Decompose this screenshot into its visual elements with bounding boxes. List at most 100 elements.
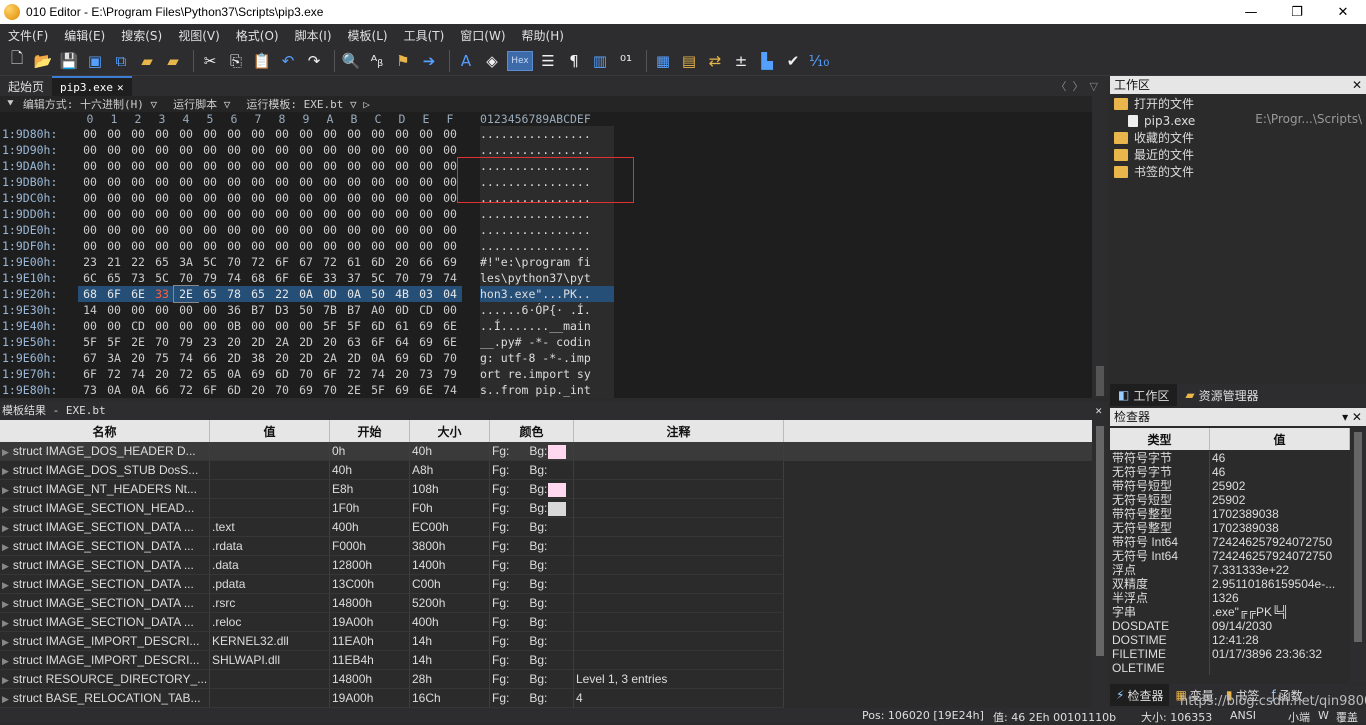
hex-byte[interactable]: 0A [126,382,150,398]
hex-byte[interactable]: 00 [246,142,270,158]
hex-byte[interactable]: 00 [102,318,126,334]
minimize-button[interactable]: — [1228,0,1274,24]
save-as-icon[interactable]: ▣ [84,50,106,72]
hex-byte[interactable]: 20 [318,334,342,350]
hex-byte[interactable]: 00 [126,222,150,238]
ascii-text[interactable]: #!"e:\program fi [480,254,614,270]
hex-byte[interactable]: 00 [102,302,126,318]
hex-byte[interactable]: 00 [174,222,198,238]
inspector-value[interactable]: 46 [1210,465,1350,479]
ascii-text[interactable]: ................ [480,142,614,158]
ascii-text[interactable]: ................ [480,126,614,142]
hex-byte[interactable]: 00 [414,158,438,174]
hex-byte[interactable]: 6F [102,286,126,302]
hex-byte[interactable]: 00 [366,190,390,206]
hex-byte[interactable]: 6D [414,350,438,366]
menu-item[interactable]: 文件(F) [0,27,56,44]
hex-row[interactable]: 1:9D80h: 00 00 00 00 00 00 00 00 00 00 00 00 00 00 00 00… [0,126,1092,142]
hex-byte[interactable]: 72 [246,254,270,270]
hex-byte[interactable]: 00 [150,318,174,334]
template-row[interactable]: ▶ struct IMAGE_SECTION_DATA ... .rsrc 14800… [0,594,1092,613]
inspector-value[interactable]: 25902 [1210,479,1350,493]
hex-byte[interactable]: 20 [390,254,414,270]
hex-byte[interactable]: 00 [246,318,270,334]
favorites-node[interactable]: 收藏的文件 [1114,129,1194,146]
hex-byte[interactable]: 6F [318,366,342,382]
redo-icon[interactable]: ↷ [303,50,325,72]
hex-byte[interactable]: 2A [270,334,294,350]
hex-byte[interactable]: 23 [198,334,222,350]
hex-byte[interactable]: 79 [174,334,198,350]
hex-row[interactable]: 1:9E20h: 68 6F 6E 33 2E 65 78 65 22 0A 0D 0A 50 4B 03 04… [0,285,1092,303]
ascii-text[interactable]: les\python37\pyt [480,270,614,286]
hex-byte[interactable]: 00 [102,206,126,222]
template-row[interactable]: ▶ struct RESOURCE_DIRECTORY_... 14800h 28h F… [0,670,1092,689]
hex-byte[interactable]: 00 [438,126,462,142]
inspector-value[interactable]: 46 [1210,451,1350,465]
hex-byte[interactable]: 00 [270,126,294,142]
maximize-button[interactable]: ❐ [1274,0,1320,24]
color-swatch[interactable] [548,444,567,459]
hex-byte[interactable]: 00 [102,190,126,206]
hex-byte[interactable]: 00 [294,158,318,174]
hex-byte[interactable]: 36 [222,302,246,318]
hex-byte[interactable]: 00 [246,126,270,142]
undo-icon[interactable]: ↶ [277,50,299,72]
hex-byte[interactable]: 00 [174,238,198,254]
hex-byte[interactable]: 69 [414,318,438,334]
expand-arrow-icon[interactable]: ▶ [2,523,9,533]
hex-byte[interactable]: D3 [270,302,294,318]
hex-byte[interactable]: 00 [174,174,198,190]
hex-byte[interactable]: 00 [246,174,270,190]
highlight-icon[interactable]: ◈ [481,50,503,72]
expand-arrow-icon[interactable]: ▶ [2,675,9,685]
ascii-text[interactable]: ort re.import sy [480,366,614,382]
hex-byte[interactable]: 70 [174,270,198,286]
menu-item[interactable]: 窗口(W) [452,27,513,44]
hex-row[interactable]: 1:9E30h: 14 00 00 00 00 00 36 B7 D3 50 7B B7 A0 0D CD 00… [0,302,1092,318]
hex-byte[interactable]: 00 [294,318,318,334]
hex-byte[interactable]: 78 [222,286,246,302]
hex-byte[interactable]: 65 [198,286,222,302]
inspector-value[interactable]: 25902 [1210,493,1350,507]
copy-icon[interactable]: ⎘ [225,50,247,72]
bookmarks-node[interactable]: 书签的文件 [1114,163,1194,180]
folder-group-icon[interactable]: ▰ [162,50,184,72]
hex-byte[interactable]: 79 [414,270,438,286]
hex-row[interactable]: 1:9D90h: 00 00 00 00 00 00 00 00 00 00 00 00 00 00 00 00… [0,142,1092,158]
inspector-row[interactable]: 浮点 7.331333e+22 [1110,563,1350,577]
hex-byte[interactable]: 00 [198,158,222,174]
calculator-icon[interactable]: ▦ [652,50,674,72]
hex-scrollbar[interactable] [1092,96,1108,398]
hex-byte[interactable]: 70 [390,270,414,286]
inspector-row[interactable]: FILETIME 01/17/3896 23:36:32 [1110,647,1350,661]
expand-arrow-icon[interactable]: ▶ [2,504,9,514]
ascii-text[interactable]: ......6·ÓP{· .Í. [480,302,614,318]
expand-arrow-icon[interactable]: ▶ [2,656,9,666]
hex-byte[interactable]: 73 [414,366,438,382]
hex-byte[interactable]: 33 [150,286,174,302]
hex-byte[interactable]: 0A [366,350,390,366]
template-row[interactable]: ▶ struct IMAGE_DOS_HEADER D... 0h 40h Fg: Bg: [0,442,1092,461]
hex-byte[interactable]: 6D [270,366,294,382]
template-row[interactable]: ▶ struct IMAGE_IMPORT_DESCRI... SHLWAPI.dl… [0,651,1092,670]
hex-byte[interactable]: 00 [318,206,342,222]
hex-byte[interactable]: 74 [222,270,246,286]
inspector-value[interactable]: 1702389038 [1210,521,1350,535]
hex-byte[interactable]: 00 [126,174,150,190]
expand-arrow-icon[interactable]: ▶ [2,485,9,495]
hex-row[interactable]: 1:9E40h: 00 00 CD 00 00 00 0B 00 00 00 5F 5F 6D 61 69 6E… [0,318,1092,334]
find-in-files-icon[interactable]: ⚑ [392,50,414,72]
close-tab-icon[interactable]: ✕ [117,81,124,94]
hex-byte[interactable]: 0D [390,302,414,318]
hex-byte[interactable]: 0D [318,286,342,302]
save-all-icon[interactable]: ⧉ [110,50,132,72]
hex-row[interactable]: 1:9DD0h: 00 00 00 00 00 00 00 00 00 00 00 00 00 00 00 00… [0,206,1092,222]
inspector-row[interactable]: 带符号字节 46 [1110,451,1350,465]
ascii-text[interactable]: ................ [480,206,614,222]
status-encoding[interactable]: ANSI [1230,709,1256,722]
hex-row[interactable]: 1:9E00h: 23 21 22 65 3A 5C 70 72 6F 67 72 61 6D 20 66 69… [0,254,1092,270]
hex-byte[interactable]: 2A [318,350,342,366]
ascii-text[interactable]: hon3.exe"...PK.. [480,286,614,302]
hex-byte[interactable]: 72 [174,382,198,398]
